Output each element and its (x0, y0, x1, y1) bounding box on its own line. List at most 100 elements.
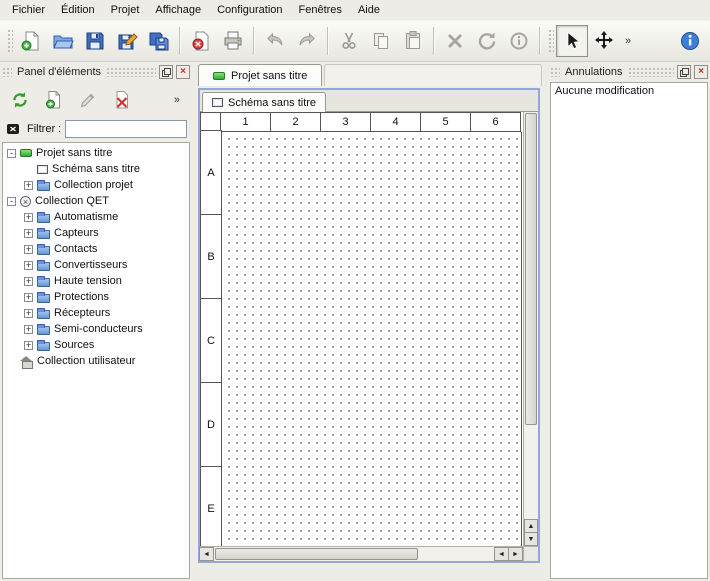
column-header: 6 (470, 112, 521, 132)
vertical-scrollbar-thumb[interactable] (525, 113, 537, 425)
horizontal-scrollbar-track[interactable] (419, 547, 495, 561)
tree-item-label: Schéma sans titre (52, 163, 140, 175)
column-header: 4 (370, 112, 421, 132)
scroll-down-button[interactable]: ▼ (524, 532, 538, 546)
filter-label: Filtrer : (27, 123, 61, 135)
filter-input[interactable] (65, 120, 187, 138)
menu-aide[interactable]: Aide (350, 0, 388, 20)
reload-collections-button[interactable] (6, 86, 34, 114)
menu-projet[interactable]: Projet (103, 0, 148, 20)
expand-expander-icon[interactable]: + (24, 245, 33, 254)
pan-mode-button[interactable] (588, 25, 620, 57)
expand-expander-icon[interactable]: + (24, 229, 33, 238)
select-mode-button[interactable] (556, 25, 588, 57)
elements-panel-dock: Panel d'éléments × (0, 62, 192, 581)
tree-item-collection-projet[interactable]: + Collection projet (3, 177, 189, 193)
tab-schema-sans-titre[interactable]: Schéma sans titre (202, 92, 326, 112)
collapse-expander-icon[interactable]: - (7, 149, 16, 158)
open-project-button[interactable] (47, 25, 79, 57)
tree-item-contacts[interactable]: + Contacts (3, 241, 189, 257)
new-element-icon (44, 90, 64, 110)
elements-panel-titlebar[interactable]: Panel d'éléments × (2, 64, 190, 80)
menu-configuration[interactable]: Configuration (209, 0, 290, 20)
undo-button (259, 25, 291, 57)
toolbar-handle[interactable] (6, 28, 13, 54)
tree-item-sources[interactable]: + Sources (3, 337, 189, 353)
tree-item-label: Capteurs (54, 227, 99, 239)
save-as-icon (116, 30, 138, 52)
undo-panel-titlebar[interactable]: Annulations × (550, 64, 708, 80)
dock-grip (2, 67, 12, 77)
tree-item-haute-tension[interactable]: + Haute tension (3, 273, 189, 289)
diagram-canvas[interactable]: 1 2 3 4 5 6 A B C D (200, 112, 523, 546)
tree-item-collection-qet[interactable]: - Collection QET (3, 193, 189, 209)
expand-expander-icon[interactable]: + (24, 341, 33, 350)
toolbar-handle[interactable] (547, 28, 554, 54)
tree-item-capteurs[interactable]: + Capteurs (3, 225, 189, 241)
expand-expander-icon[interactable]: + (24, 213, 33, 222)
tree-item-schema-sans-titre[interactable]: Schéma sans titre (3, 161, 189, 177)
collapse-expander-icon[interactable]: - (7, 197, 16, 206)
horizontal-scrollbar[interactable]: ◄ ◄ ► (200, 546, 523, 561)
panel-extension-chevron[interactable]: » (168, 93, 186, 107)
save-floppy-icon (84, 30, 106, 52)
dock-float-button[interactable] (159, 65, 173, 79)
scroll-right-button[interactable]: ► (508, 547, 523, 561)
save-all-button[interactable] (143, 25, 175, 57)
save-as-button[interactable] (111, 25, 143, 57)
dock-grip (628, 67, 675, 77)
dock-close-button[interactable]: × (176, 65, 190, 79)
schema-icon (37, 165, 48, 174)
vertical-scrollbar[interactable]: ▲ ▼ (523, 112, 538, 546)
print-button[interactable] (217, 25, 249, 57)
menu-fenetres[interactable]: Fenêtres (291, 0, 350, 20)
undo-icon (264, 30, 286, 52)
tree-item-automatisme[interactable]: + Automatisme (3, 209, 189, 225)
menubar: Fichier Édition Projet Affichage Configu… (0, 0, 710, 20)
menu-affichage[interactable]: Affichage (147, 0, 209, 20)
undo-history-list[interactable]: Aucune modification (550, 82, 708, 579)
scroll-left-button[interactable]: ◄ (199, 547, 214, 561)
tab-projet-sans-titre[interactable]: Projet sans titre (198, 64, 322, 86)
help-about-button[interactable] (674, 25, 706, 57)
column-headers: 1 2 3 4 5 6 (221, 112, 521, 132)
save-button[interactable] (79, 25, 111, 57)
toolbar-separator (433, 27, 435, 55)
clear-filter-button[interactable] (5, 121, 23, 137)
expand-expander-icon[interactable]: + (24, 181, 33, 190)
float-icon (680, 68, 689, 77)
expand-expander-icon[interactable]: + (24, 325, 33, 334)
tree-item-collection-utilisateur[interactable]: Collection utilisateur (3, 353, 189, 369)
vertical-scrollbar-track[interactable] (524, 426, 538, 520)
elements-tree[interactable]: - Projet sans titre Schéma sans titre + … (2, 142, 190, 579)
tree-item-label: Convertisseurs (54, 259, 127, 271)
dock-grip (550, 67, 560, 77)
undo-panel-title: Annulations (563, 66, 625, 78)
expand-expander-icon[interactable]: + (24, 277, 33, 286)
delete-element-button[interactable] (108, 86, 136, 114)
menu-fichier[interactable]: Fichier (4, 0, 53, 20)
scroll-up-button[interactable]: ▲ (524, 519, 538, 533)
toolbar-extension-chevron[interactable]: » (620, 25, 636, 57)
dotted-grid (222, 132, 522, 546)
tree-item-projet-sans-titre[interactable]: - Projet sans titre (3, 145, 189, 161)
scroll-left-button-2[interactable]: ◄ (494, 547, 509, 561)
close-project-button[interactable] (185, 25, 217, 57)
expand-expander-icon[interactable]: + (24, 261, 33, 270)
new-document-button[interactable] (15, 25, 47, 57)
dock-close-button[interactable]: × (694, 65, 708, 79)
horizontal-scrollbar-thumb[interactable] (215, 548, 418, 560)
tree-item-recepteurs[interactable]: + Récepteurs (3, 305, 189, 321)
expand-expander-icon[interactable]: + (24, 293, 33, 302)
new-element-button[interactable] (40, 86, 68, 114)
selection-properties-button (503, 25, 535, 57)
tree-item-semi-conducteurs[interactable]: + Semi-conducteurs (3, 321, 189, 337)
dock-float-button[interactable] (677, 65, 691, 79)
tree-item-convertisseurs[interactable]: + Convertisseurs (3, 257, 189, 273)
menu-edition[interactable]: Édition (53, 0, 103, 20)
tree-item-protections[interactable]: + Protections (3, 289, 189, 305)
expand-expander-icon[interactable]: + (24, 309, 33, 318)
row-header: D (200, 382, 222, 467)
elements-panel-title: Panel d'éléments (15, 66, 103, 78)
tree-item-label: Récepteurs (54, 307, 110, 319)
